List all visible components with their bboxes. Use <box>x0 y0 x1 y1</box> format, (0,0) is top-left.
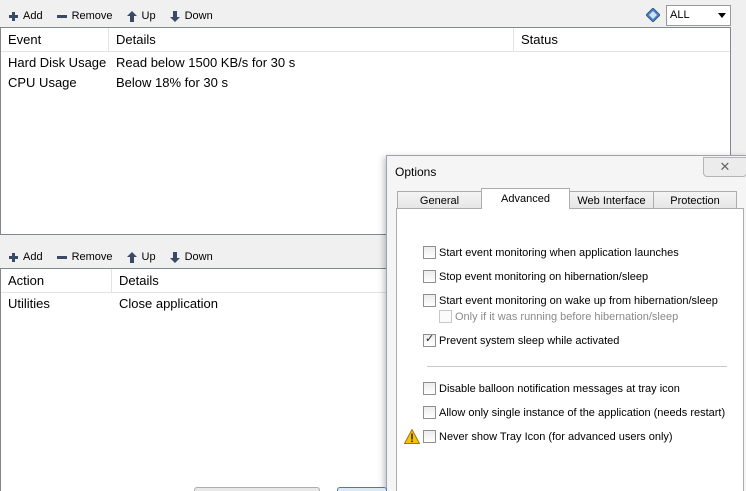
column-header-action[interactable]: Action <box>1 269 112 292</box>
close-icon: ✕ <box>719 159 731 174</box>
add-event-button[interactable]: Add <box>8 10 43 22</box>
option-label: Only if it was running before hibernatio… <box>455 310 679 323</box>
column-header-details[interactable]: Details <box>109 28 514 51</box>
arrow-up-icon <box>127 10 138 22</box>
row-status-cell <box>514 73 730 93</box>
single-instance-checkbox[interactable] <box>423 406 436 419</box>
row-details-cell: Read below 1500 KB/s for 30 s <box>116 55 296 70</box>
arrow-down-icon <box>170 251 181 263</box>
remove-event-button[interactable]: Remove <box>57 10 113 22</box>
plus-icon <box>8 11 19 22</box>
tab-advanced[interactable]: Advanced <box>481 188 570 209</box>
option-label: Allow only single instance of the applic… <box>439 406 726 419</box>
diamond-filter-icon <box>646 8 660 22</box>
filter-value: ALL <box>670 9 690 21</box>
option-label: Never show Tray Icon (for advanced users… <box>439 430 673 443</box>
table-row[interactable]: CPU Usage Below 18% for 30 s <box>1 73 730 93</box>
actions-table-header: Action Details <box>1 269 399 293</box>
up-label: Up <box>141 251 156 263</box>
prevent-sleep-checkbox[interactable] <box>423 332 436 347</box>
remove-label: Remove <box>71 10 113 22</box>
minus-icon <box>57 11 68 22</box>
never-show-tray-checkbox[interactable] <box>423 430 436 443</box>
arrow-down-icon <box>170 10 181 22</box>
add-label: Add <box>23 10 43 22</box>
warning-icon <box>404 429 420 444</box>
table-row[interactable]: Hard Disk Usage Read below 1500 KB/s for… <box>1 53 730 73</box>
column-header-status[interactable]: Status <box>514 28 730 51</box>
move-down-action-button[interactable]: Down <box>170 251 213 263</box>
remove-label: Remove <box>71 251 113 263</box>
close-button[interactable]: ✕ <box>703 157 746 177</box>
events-table-header: Event Details Status <box>1 28 730 52</box>
move-down-event-button[interactable]: Down <box>170 10 213 22</box>
option-single-instance[interactable]: Allow only single instance of the applic… <box>423 406 725 419</box>
options-tabs: General Advanced Web Interface Protectio… <box>397 188 737 210</box>
partial-button[interactable] <box>337 487 387 491</box>
arrow-up-icon <box>127 251 138 263</box>
partial-button[interactable] <box>194 487 320 491</box>
move-up-action-button[interactable]: Up <box>127 251 156 263</box>
table-row[interactable]: Utilities Close application <box>1 294 399 314</box>
event-filter-select[interactable]: ALL <box>666 5 731 26</box>
events-toolbar: Add Remove Up Down <box>0 5 219 27</box>
option-label: Prevent system sleep while activated <box>439 334 620 347</box>
option-start-on-wake[interactable]: Start event monitoring on wake up from h… <box>423 294 718 307</box>
column-header-event[interactable]: Event <box>1 28 109 51</box>
start-on-launch-checkbox[interactable] <box>423 246 436 259</box>
column-header-details[interactable]: Details <box>112 269 399 292</box>
row-details-cell: Below 18% for 30 s <box>116 75 229 90</box>
chevron-down-icon <box>718 13 726 18</box>
add-label: Add <box>23 251 43 263</box>
option-stop-on-hibernate[interactable]: Stop event monitoring on hibernation/sle… <box>423 270 648 283</box>
options-dialog: Options ✕ General Advanced Web Interface… <box>386 155 746 491</box>
only-if-running-checkbox <box>439 310 452 323</box>
advanced-tab-panel: Start event monitoring when application … <box>396 208 744 491</box>
down-label: Down <box>184 10 213 22</box>
start-on-wake-checkbox[interactable] <box>423 294 436 307</box>
option-only-if-running: Only if it was running before hibernatio… <box>439 310 678 323</box>
down-label: Down <box>184 251 213 263</box>
option-start-on-launch[interactable]: Start event monitoring when application … <box>423 246 679 259</box>
row-status-cell <box>514 53 730 73</box>
actions-table: Action Details Utilities Close applicati… <box>0 268 400 491</box>
row-action-cell: Utilities <box>8 296 50 311</box>
remove-action-button[interactable]: Remove <box>57 251 113 263</box>
row-details-cell: Close application <box>119 296 219 311</box>
options-divider <box>427 366 727 367</box>
actions-toolbar: Add Remove Up Down <box>0 246 219 268</box>
option-label: Start event monitoring when application … <box>439 246 679 259</box>
row-event-cell: CPU Usage <box>8 75 77 90</box>
add-action-button[interactable]: Add <box>8 251 43 263</box>
minus-icon <box>57 252 68 263</box>
option-prevent-sleep[interactable]: Prevent system sleep while activated <box>423 332 620 347</box>
option-never-show-tray[interactable]: Never show Tray Icon (for advanced users… <box>423 430 673 443</box>
option-label: Disable balloon notification messages at… <box>439 382 680 395</box>
option-disable-balloons[interactable]: Disable balloon notification messages at… <box>423 382 680 395</box>
row-event-cell: Hard Disk Usage <box>8 55 107 70</box>
plus-icon <box>8 252 19 263</box>
option-label: Start event monitoring on wake up from h… <box>439 294 718 307</box>
disable-balloons-checkbox[interactable] <box>423 382 436 395</box>
option-label: Stop event monitoring on hibernation/sle… <box>439 270 649 283</box>
move-up-event-button[interactable]: Up <box>127 10 156 22</box>
dialog-title: Options <box>395 165 437 179</box>
stop-on-hibernate-checkbox[interactable] <box>423 270 436 283</box>
up-label: Up <box>141 10 156 22</box>
